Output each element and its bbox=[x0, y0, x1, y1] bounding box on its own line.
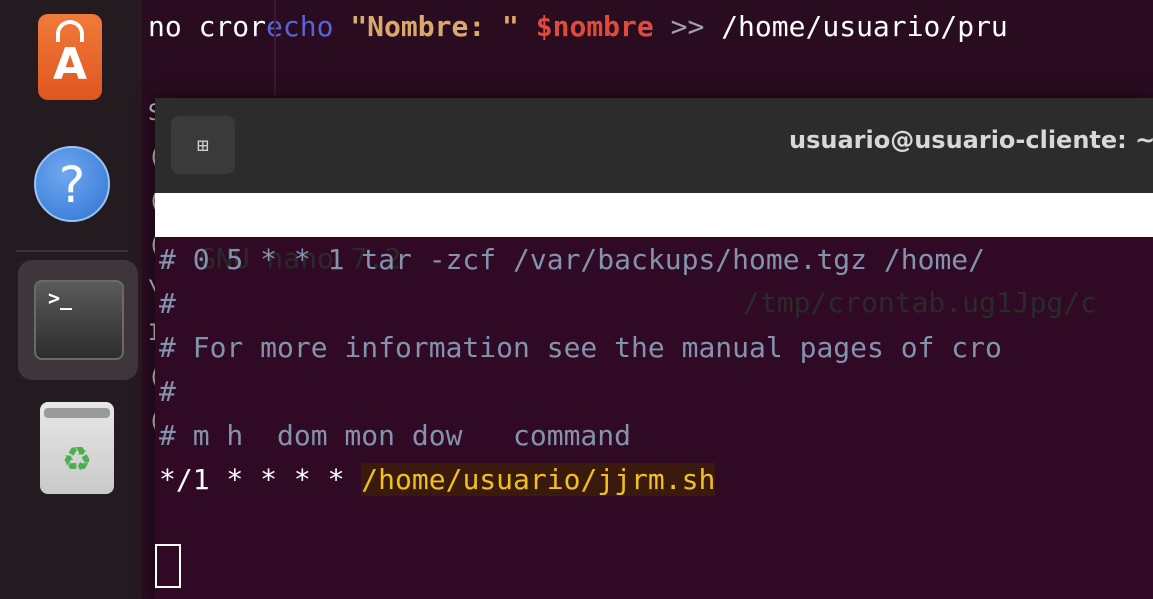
bg-variable: $nombre bbox=[535, 10, 654, 43]
bg-target-path: /home/usuario/pru bbox=[721, 10, 1008, 43]
bg-text-prefix: no cror bbox=[148, 10, 267, 43]
app-center-icon[interactable]: A bbox=[38, 14, 102, 100]
new-tab-button[interactable]: ⊞ bbox=[171, 116, 235, 174]
new-tab-icon: ⊞ bbox=[196, 133, 210, 157]
background-terminal-line: no crorecho "Nombre: " $nombre >> /home/… bbox=[148, 10, 1008, 43]
bg-keyword: echo bbox=[266, 10, 334, 43]
trash-lid bbox=[44, 408, 110, 418]
terminal-window[interactable]: ⊞ usuario@usuario-cliente: ~ GNU nano 7.… bbox=[155, 98, 1153, 599]
editor-line: # m h dom mon dow command bbox=[159, 419, 632, 452]
nano-header: GNU nano 7.2 /tmp/crontab.ug1Jpg/c bbox=[155, 193, 1153, 319]
recycle-icon: ♻ bbox=[61, 440, 93, 480]
cron-command: /home/usuario/jjrm.sh bbox=[361, 463, 716, 496]
terminal-icon: >_ bbox=[34, 280, 124, 360]
nano-editor[interactable]: # 0 5 * * 1 tar -zcf /var/backups/home.t… bbox=[155, 238, 1153, 599]
help-glyph: ? bbox=[58, 156, 86, 214]
editor-line: # For more information see the manual pa… bbox=[159, 331, 1002, 364]
editor-line: # bbox=[159, 287, 176, 320]
terminal-titlebar[interactable]: ⊞ usuario@usuario-cliente: ~ bbox=[155, 98, 1153, 193]
cron-schedule: */1 * * * * bbox=[159, 463, 362, 496]
editor-line: # bbox=[159, 375, 176, 408]
app-center-glyph: A bbox=[52, 39, 88, 90]
terminal-dock-item[interactable]: >_ bbox=[18, 260, 138, 380]
bg-operator: >> bbox=[670, 10, 705, 43]
terminal-prompt-glyph: >_ bbox=[48, 286, 73, 310]
editor-line: # 0 5 * * 1 tar -zcf /var/backups/home.t… bbox=[159, 243, 986, 276]
cron-entry-line: */1 * * * * /home/usuario/jjrm.sh bbox=[159, 458, 716, 502]
dock-separator bbox=[16, 250, 128, 252]
dock: A ? >_ ♻ bbox=[0, 0, 142, 599]
bg-string: "Nombre: " bbox=[350, 10, 519, 43]
background-divider bbox=[274, 0, 276, 96]
trash-icon[interactable]: ♻ bbox=[40, 402, 114, 494]
window-title: usuario@usuario-cliente: ~ bbox=[789, 126, 1153, 154]
help-icon[interactable]: ? bbox=[34, 146, 110, 222]
text-cursor bbox=[155, 544, 181, 588]
